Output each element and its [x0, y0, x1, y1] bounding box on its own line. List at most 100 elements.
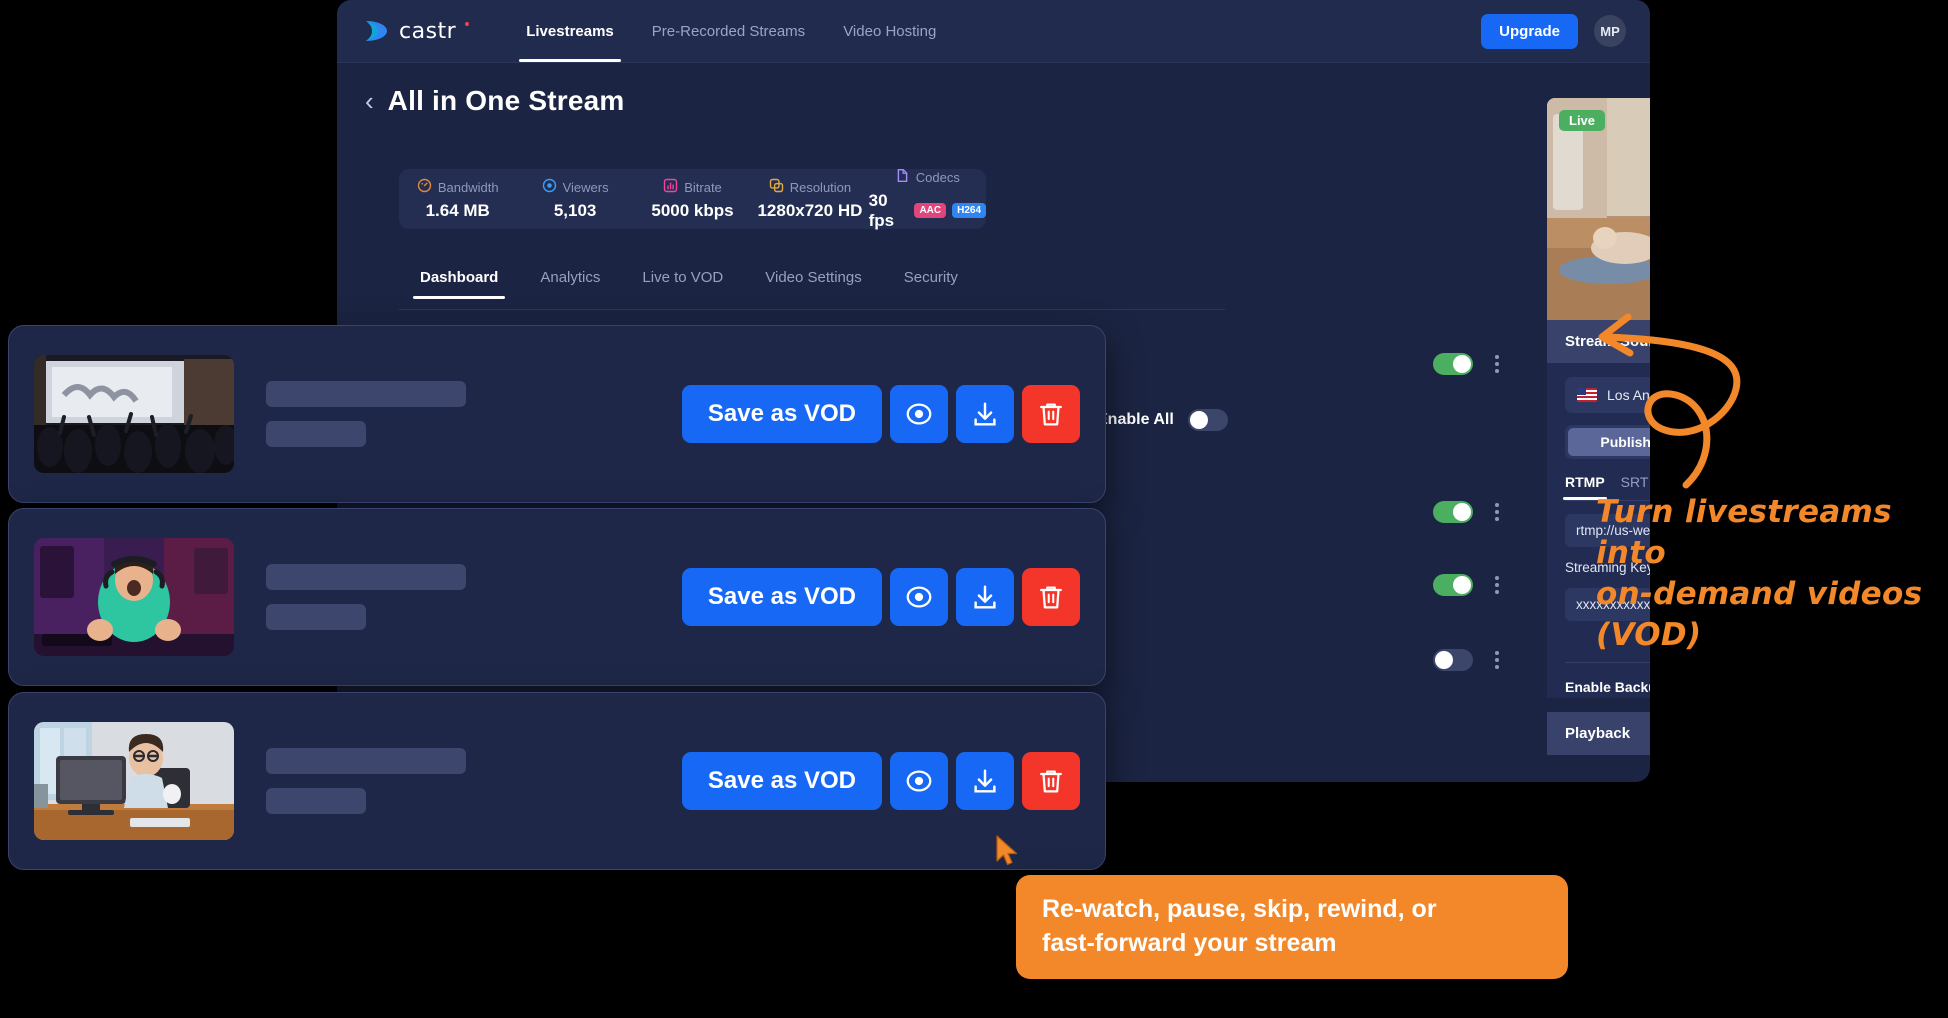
placeholder-text-block — [266, 748, 466, 814]
trash-icon-button[interactable] — [1022, 385, 1080, 443]
row-menu-icon-1[interactable] — [1495, 355, 1499, 373]
stat-label: Resolution — [789, 180, 852, 195]
nav-tab-label: Video Hosting — [843, 22, 937, 40]
bar-chart-icon — [663, 178, 678, 198]
save-as-vod-button[interactable]: Save as VOD — [681, 385, 882, 443]
avatar[interactable]: MP — [1594, 15, 1626, 47]
nav-tab-label: Pre-Recorded Streams — [651, 22, 806, 40]
castr-logo-icon — [361, 16, 391, 46]
trash-icon-button[interactable] — [1022, 568, 1080, 626]
video-thumbnail-concert[interactable] — [34, 355, 234, 473]
enable-all-label: Enable All — [1097, 411, 1174, 428]
preview-eye-icon-button[interactable] — [890, 752, 948, 810]
skeleton-line — [266, 604, 366, 630]
skeleton-line — [266, 421, 366, 447]
stat-header: Resolution — [769, 178, 851, 198]
nav-tab-pre-recorded-streams[interactable]: Pre-Recorded Streams — [633, 0, 824, 62]
stat-label: Codecs — [915, 170, 960, 185]
video-thumbnail-office[interactable] — [34, 722, 234, 840]
video-thumbnail-gamer[interactable] — [34, 538, 234, 656]
live-badge: Live — [1559, 110, 1606, 131]
nav-tab-label: Livestreams — [526, 22, 614, 40]
gauge-icon — [417, 178, 432, 198]
skeleton-line — [266, 748, 466, 774]
nav-tab-livestreams[interactable]: Livestreams — [507, 0, 633, 62]
nav-tabs: Livestreams Pre-Recorded Streams Video H… — [507, 0, 955, 62]
file-icon — [895, 168, 910, 188]
trash-icon-button[interactable] — [1022, 752, 1080, 810]
upgrade-button[interactable]: Upgrade — [1481, 13, 1578, 49]
playback-title: Playback — [1565, 725, 1631, 742]
skeleton-line — [266, 564, 466, 590]
toggle-knob — [1435, 651, 1453, 669]
row-menu-icon-4[interactable] — [1495, 651, 1499, 669]
stat-viewers: Viewers 5,103 — [516, 178, 633, 221]
destination-row-controls-3 — [1433, 574, 1499, 596]
destination-toggle-2[interactable] — [1433, 501, 1473, 523]
destination-toggle-3[interactable] — [1433, 574, 1473, 596]
save-as-vod-button[interactable]: Save as VOD — [681, 752, 882, 810]
placeholder-text-block — [266, 564, 466, 630]
tab-label: Analytics — [540, 269, 601, 286]
destination-row-controls-4 — [1433, 649, 1499, 671]
castr-logo[interactable]: castr — [361, 16, 470, 46]
stat-header: Viewers — [542, 178, 609, 198]
enable-all-row: Enable All — [1097, 409, 1228, 431]
stat-value: 5,103 — [553, 200, 597, 220]
preview-eye-icon-button[interactable] — [890, 568, 948, 626]
toggle-knob — [1453, 576, 1471, 594]
download-icon-button[interactable] — [956, 568, 1014, 626]
placeholder-text-block — [266, 381, 466, 447]
card-actions: Save as VOD — [681, 385, 1080, 443]
stat-bandwidth: Bandwidth 1.64 MB — [399, 178, 516, 221]
tab-live-to-vod[interactable]: Live to VOD — [621, 269, 744, 298]
stat-value: 1.64 MB — [425, 200, 490, 220]
toggle-knob — [1189, 411, 1208, 429]
row-menu-icon-3[interactable] — [1495, 576, 1499, 594]
stat-header: Codecs — [895, 168, 960, 188]
save-as-vod-button[interactable]: Save as VOD — [681, 568, 882, 626]
destination-row-controls-2 — [1433, 501, 1499, 523]
brand-dot — [465, 22, 470, 26]
tab-label: Live to VOD — [642, 269, 724, 286]
destination-toggle-4[interactable] — [1433, 649, 1473, 671]
tab-analytics[interactable]: Analytics — [519, 269, 621, 298]
page-header: ‹ All in One Stream — [365, 85, 624, 117]
destination-toggle-1[interactable] — [1433, 353, 1473, 375]
chevron-left-icon[interactable]: ‹ — [365, 88, 374, 114]
brand-name: castr — [399, 18, 457, 44]
stat-value: 30 fps AAC H264 — [868, 190, 987, 231]
download-icon-button[interactable] — [956, 752, 1014, 810]
content-tabs: Dashboard Analytics Live to VOD Video Se… — [399, 269, 1225, 310]
frames-icon — [769, 178, 784, 198]
enable-all-toggle[interactable] — [1187, 409, 1228, 431]
vod-card: Save as VOD — [8, 692, 1106, 870]
card-actions: Save as VOD — [681, 752, 1080, 810]
stat-resolution: Resolution 1280x720 HD — [751, 178, 868, 221]
playback-header[interactable]: Playback — [1547, 712, 1650, 755]
download-icon-button[interactable] — [956, 385, 1014, 443]
tab-label: Dashboard — [420, 269, 499, 286]
tab-video-settings[interactable]: Video Settings — [744, 269, 882, 298]
stat-header: Bandwidth — [417, 178, 499, 198]
vod-card: Save as VOD — [8, 325, 1106, 503]
backup-url-row: Enable Backup URL beta Offline — [1565, 676, 1650, 698]
preview-eye-icon-button[interactable] — [890, 385, 948, 443]
annotation-callout: Re-watch, pause, skip, rewind, or fast-f… — [1016, 875, 1568, 979]
stat-codecs: Codecs 30 fps AAC H264 — [868, 168, 987, 231]
toggle-knob — [1453, 503, 1471, 521]
destination-row-controls-1 — [1433, 353, 1499, 375]
stat-header: Bitrate — [663, 178, 722, 198]
stats-bar: Bandwidth 1.64 MB Viewers 5,103 Bitrate … — [399, 168, 987, 231]
nav-right-group: Upgrade MP — [1481, 13, 1626, 49]
top-navigation-bar: castr Livestreams Pre-Recorded Streams V… — [337, 0, 1650, 63]
tab-dashboard[interactable]: Dashboard — [399, 269, 519, 299]
codec-fps-value: 30 fps — [868, 190, 895, 230]
row-menu-icon-2[interactable] — [1495, 503, 1499, 521]
page-title: All in One Stream — [387, 85, 625, 116]
annotation-handwritten-text: Turn livestreams into on-demand videos (… — [1596, 494, 1923, 653]
card-actions: Save as VOD — [681, 568, 1080, 626]
codec-chip-aac: AAC — [914, 203, 947, 218]
tab-security[interactable]: Security — [883, 269, 979, 298]
nav-tab-video-hosting[interactable]: Video Hosting — [824, 0, 955, 62]
